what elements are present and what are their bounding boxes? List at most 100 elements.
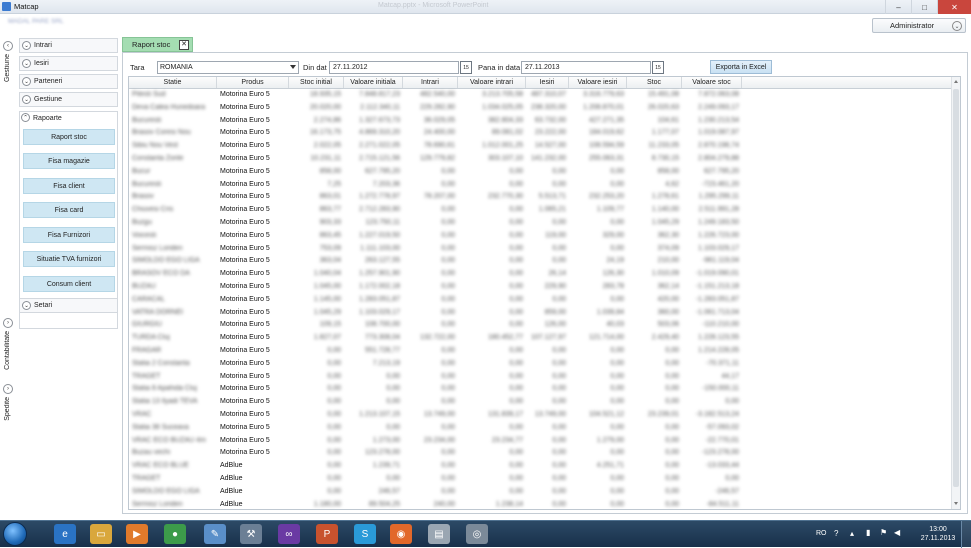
ie-icon[interactable]: e (54, 524, 76, 544)
pana-data-field[interactable]: 27.11.2013 (521, 61, 651, 74)
scroll-up-icon[interactable] (954, 80, 958, 83)
table-row[interactable]: Buzau vechi Motorina Euro 5 0,00 123.278,00… (129, 447, 960, 460)
flag-icon[interactable]: ⚑ (880, 528, 887, 537)
notepad-icon[interactable]: ▤ (428, 524, 450, 544)
nav-button-consum-client[interactable]: Consum client (23, 276, 115, 292)
calendar-icon[interactable]: 15 (460, 61, 472, 74)
nav-section-intrari[interactable]: ⌄ Intrari (19, 38, 118, 53)
table-row[interactable]: Buzgu Motorina Euro 5 903,33 123.750,11 0,00… (129, 217, 960, 230)
nav-button-fisa-client[interactable]: Fisa client (23, 178, 115, 194)
nav-section-parteneri[interactable]: ⌄ Parteneri (19, 74, 118, 89)
visualstudio-icon[interactable]: ∞ (278, 524, 300, 544)
table-row[interactable]: TRAGET Motorina Euro 5 0,00 0,00 0,00 0,00 0,0… (129, 371, 960, 384)
table-row[interactable]: Voicesti Motorina Euro 5 863,45 1.227.019,5… (129, 230, 960, 243)
column-header[interactable]: Stoc initial (289, 77, 344, 88)
table-row[interactable]: Bucuresti Motorina Euro 5 2.274,86 1.327.67… (129, 115, 960, 128)
nav-button-situatie-tva[interactable]: Situatie TVA furnizori (23, 251, 115, 267)
table-row[interactable]: VATRA DORNEI Motorina Euro 5 1.045,29 1.103… (129, 307, 960, 320)
table-row[interactable]: Sermisz Loriden Motorina Euro 5 753,09 1.11… (129, 243, 960, 256)
volume-icon[interactable]: ◀ (894, 528, 900, 537)
table-row[interactable]: CARACAL Motorina Euro 5 1.145,00 1.283.051,… (129, 294, 960, 307)
nav-button-fisa-magazie[interactable]: Fisa magazie (23, 153, 115, 169)
table-row[interactable]: TRAGET AdBlue 0,00 0,00 0,00 0,00 0,00 0,00 0,00… (129, 473, 960, 486)
chevron-down-icon[interactable]: ⌄ (952, 21, 962, 31)
column-header[interactable]: Valoare initiala (344, 77, 403, 88)
table-row[interactable]: Statia 38 Suceava Motorina Euro 5 0,00 0,00… (129, 422, 960, 435)
table-row[interactable]: BRASOV ECO DA Motorina Euro 5 1.040,04 1.25… (129, 268, 960, 281)
rail-group-gestiune[interactable]: ‹ Gestiune (3, 41, 15, 82)
column-header[interactable]: Intrari (403, 77, 458, 88)
disk-icon[interactable]: ◎ (466, 524, 488, 544)
table-row[interactable]: TURDA Cluj Motorina Euro 5 1.827,07 773.308… (129, 332, 960, 345)
column-header[interactable]: Valoare stoc (682, 77, 742, 88)
system-clock[interactable]: 13:00 27.11.2013 (920, 525, 956, 543)
table-row[interactable]: Constanta Zorile Motorina Euro 5 10.231,11… (129, 153, 960, 166)
network-icon[interactable]: ▮ (866, 528, 870, 537)
nav-section-setari[interactable]: ⌄ Setari (19, 298, 118, 313)
rail-group-spedite[interactable]: › Spedite (3, 384, 15, 421)
table-row[interactable]: Brasov Coresi Nou Motorina Euro 5 16.173,7… (129, 127, 960, 140)
column-header[interactable]: Valoare intrari (458, 77, 526, 88)
column-header[interactable]: Stoc (627, 77, 682, 88)
nav-section-iesiri[interactable]: ⌄ Iesiri (19, 56, 118, 71)
nav-button-raport-stoc[interactable]: Raport stoc (23, 129, 115, 145)
column-header[interactable]: Statie (129, 77, 217, 88)
explorer-icon[interactable]: ▭ (90, 524, 112, 544)
table-row[interactable]: Statia 13 Ilyadi TEVA Motorina Euro 5 0,00… (129, 396, 960, 409)
nav-section-gestiune[interactable]: ⌄ Gestiune (19, 92, 118, 107)
show-desktop-button[interactable] (961, 521, 971, 548)
tray-expand-icon[interactable]: ▴ (850, 529, 854, 538)
close-button[interactable]: ✕ (937, 0, 971, 14)
table-row[interactable]: Pitesti Sud Motorina Euro 5 18.935,15 7.848… (129, 89, 960, 102)
table-row[interactable]: VRAC ECO BUZAU 4m Motorina Euro 5 0,00 1.27… (129, 435, 960, 448)
chevron-left-icon[interactable]: ‹ (3, 41, 13, 51)
start-button[interactable] (3, 522, 27, 546)
vertical-scrollbar[interactable] (951, 77, 960, 509)
column-header[interactable]: Valoare iesiri (569, 77, 627, 88)
table-row[interactable]: GIURGIU Motorina Euro 5 109,15 108.700,00 0,… (129, 319, 960, 332)
table-row[interactable]: Deva Calea Hunedoara Motorina Euro 5 20.02… (129, 102, 960, 115)
column-header[interactable]: Produs (217, 77, 289, 88)
scroll-thumb[interactable] (953, 89, 959, 487)
close-icon[interactable]: ✕ (179, 40, 189, 50)
calendar-icon[interactable]: 15 (652, 61, 664, 74)
table-row[interactable]: FRAGAR Motorina Euro 5 0,00 551.728,77 0,00 0… (129, 345, 960, 358)
table-row[interactable]: VRAC Motorina Euro 5 0,00 1.213.107,15 13.74… (129, 409, 960, 422)
table-row[interactable]: Brasov Motorina Euro 5 863,01 1.272.778,97 7… (129, 191, 960, 204)
table-row[interactable]: Statia 2 Constanta Motorina Euro 5 0,00 7.2… (129, 358, 960, 371)
chrome-icon[interactable]: ● (164, 524, 186, 544)
tara-select[interactable]: ROMANIA (157, 61, 299, 74)
export-excel-button[interactable]: Exporta in Excel (710, 60, 772, 74)
rail-group-contabilitate[interactable]: › Contabilitate (3, 318, 15, 370)
table-row[interactable]: SIMOLDO EGO LIGA AdBlue 0,00 246,57 0,00 0,00… (129, 486, 960, 499)
help-icon[interactable]: ? (834, 529, 838, 538)
powerpoint-icon[interactable]: P (316, 524, 338, 544)
table-row[interactable]: Bucur Motorina Euro 5 858,00 627.795,20 0,00… (129, 166, 960, 179)
minimize-button[interactable]: – (885, 0, 911, 14)
media-icon[interactable]: ▶ (126, 524, 148, 544)
tools-icon[interactable]: ⚒ (240, 524, 262, 544)
nav-button-fisa-furnizori[interactable]: Fisa Furnizori (23, 227, 115, 243)
table-row[interactable]: BUZAU Motorina Euro 5 1.045,00 1.172.002,18… (129, 281, 960, 294)
din-data-field[interactable]: 27.11.2012 (329, 61, 459, 74)
nav-section-rapoarte[interactable]: ⌃ Rapoarte (19, 111, 118, 126)
firefox-icon[interactable]: ◉ (390, 524, 412, 544)
maximize-button[interactable]: □ (911, 0, 937, 14)
table-row[interactable]: Chiuvesi Cris Motorina Euro 5 863,77 2.712.… (129, 204, 960, 217)
user-menu[interactable]: Administrator ⌄ (872, 18, 966, 33)
language-indicator[interactable]: RO (816, 530, 827, 537)
table-row[interactable]: Bucuresti Motorina Euro 5 7,25 7.203,36 0,00… (129, 179, 960, 192)
table-row[interactable]: Sibiu Nou Vest Motorina Euro 5 2.022,05 2.2… (129, 140, 960, 153)
table-row[interactable]: VRAC ECO BLUE AdBlue 0,00 1.239,71 0,00 0,00 0… (129, 460, 960, 473)
skype-icon[interactable]: S (354, 524, 376, 544)
scroll-down-icon[interactable] (954, 502, 958, 505)
nav-button-fisa-card[interactable]: Fisa card (23, 202, 115, 218)
chevron-right-icon[interactable]: › (3, 318, 13, 328)
tab-raport-stoc[interactable]: Raport stoc ✕ (122, 37, 193, 52)
table-row[interactable]: SIMOLDO EGO LIGA Motorina Euro 5 363,04 263… (129, 255, 960, 268)
table-row[interactable]: Sermisz Loriden AdBlue 1.180,00 89.504,25 24… (129, 499, 960, 510)
table-row[interactable]: Statia 8 Apahida Cluj Motorina Euro 5 0,00… (129, 383, 960, 396)
chevron-right-icon[interactable]: › (3, 384, 13, 394)
paint-icon[interactable]: ✎ (204, 524, 226, 544)
column-header[interactable]: Iesiri (526, 77, 569, 88)
